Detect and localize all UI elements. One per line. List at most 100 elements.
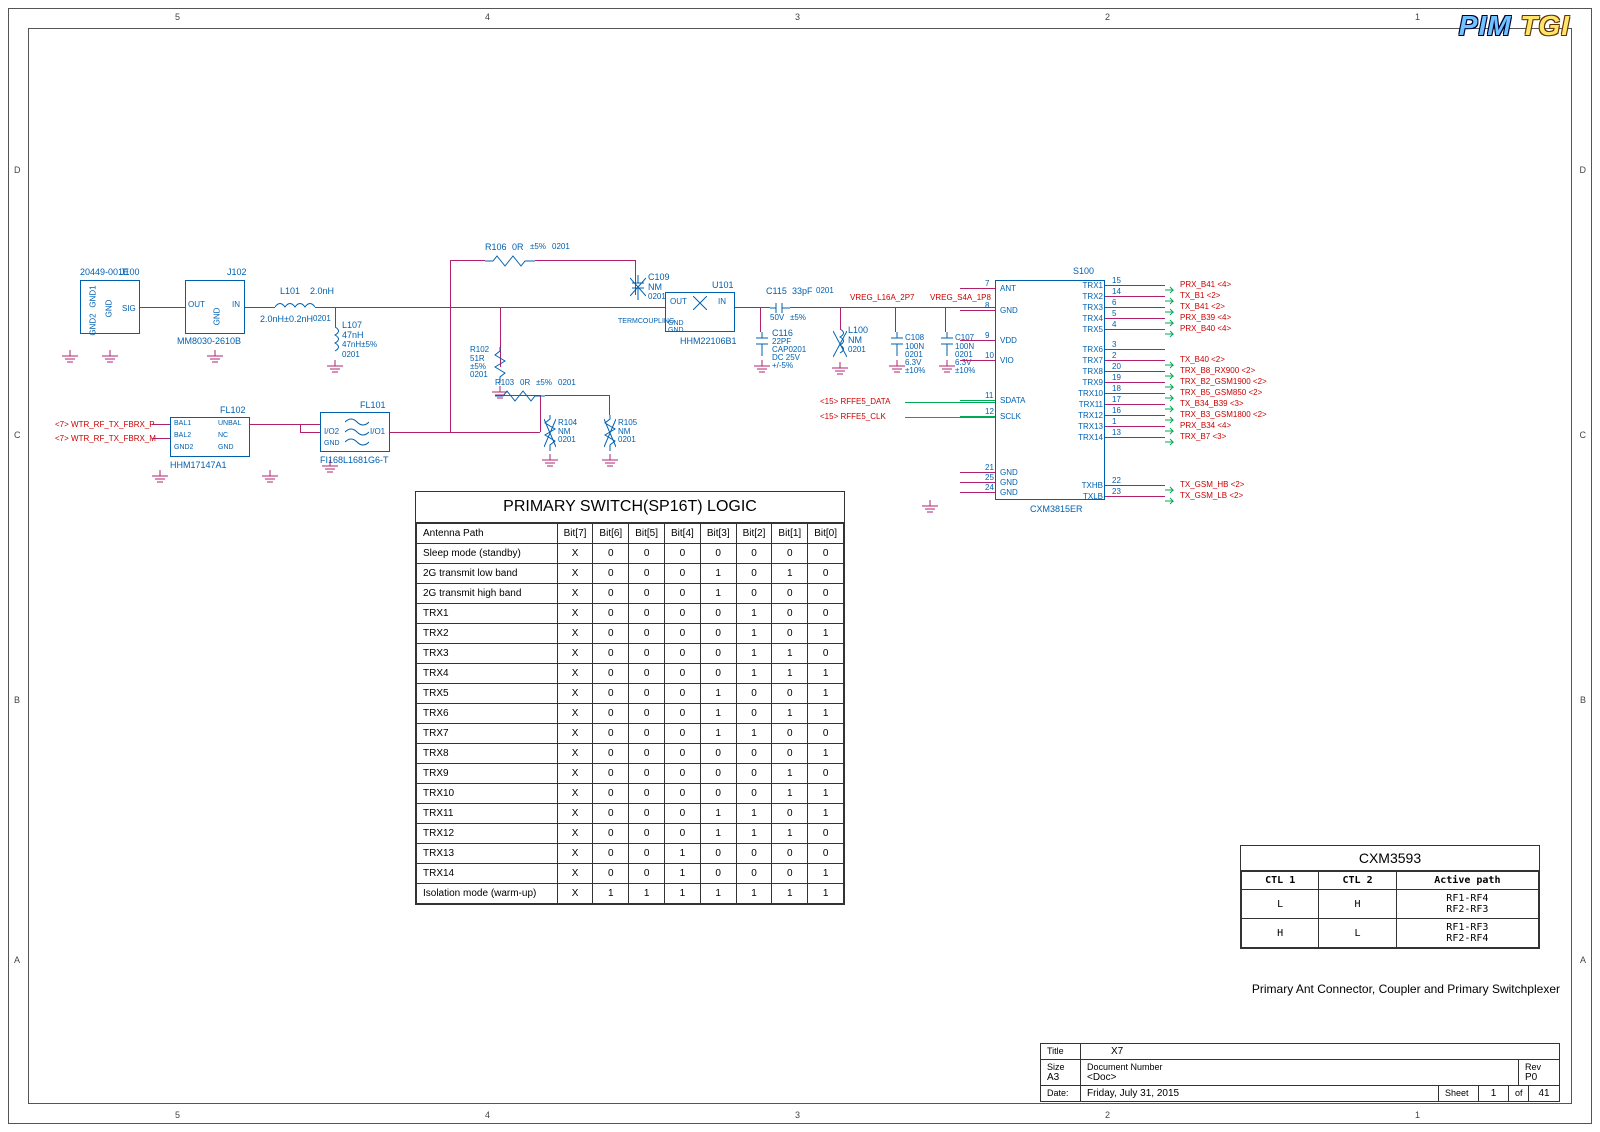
logic-cell: 0 — [808, 844, 844, 864]
wire — [895, 307, 896, 332]
offpage-arrow-icon — [1165, 389, 1177, 397]
logic-cell: 0 — [629, 544, 665, 564]
r106-tol: ±5% — [530, 242, 546, 251]
logic-cell: 0 — [629, 564, 665, 584]
fl102-bal2: BAL2 — [174, 432, 191, 439]
logic-cell: X — [557, 764, 593, 784]
s100-pin-name: GND — [1000, 306, 1018, 315]
logic-cell: 1 — [593, 884, 629, 904]
logic-cell: 1 — [772, 704, 808, 724]
offpage-trx-net: PRX_B39 <4> — [1180, 313, 1231, 322]
s100-pin-num: 5 — [1112, 309, 1116, 318]
net-vreg2: VREG_S4A_1P8 — [930, 293, 991, 302]
r105-ref: R105 — [618, 418, 637, 427]
ground-icon — [325, 360, 345, 374]
s100-pin-num: 23 — [1112, 487, 1121, 496]
tb-title-value: X7 — [1081, 1044, 1559, 1059]
wire — [1105, 496, 1165, 497]
offpage-arrow-icon — [1165, 481, 1177, 489]
logic-cell: 1 — [808, 804, 844, 824]
s100-pin-num: 7 — [985, 279, 989, 288]
logic-cell: X — [557, 644, 593, 664]
r104-pkg: 0201 — [558, 435, 576, 444]
wire — [1105, 437, 1165, 438]
s100-pin-num: 13 — [1112, 428, 1121, 437]
c109-val: NM — [648, 282, 662, 292]
logic-cell: 1 — [772, 824, 808, 844]
border-num: 3 — [795, 1110, 800, 1120]
logic-cell: 0 — [700, 664, 736, 684]
wire — [1105, 329, 1165, 330]
ground-icon — [937, 360, 957, 374]
ground-icon — [887, 360, 907, 374]
capacitor-c116 — [754, 332, 770, 356]
j102-in: IN — [232, 300, 240, 309]
j100-pin-gnd: GND — [104, 300, 113, 318]
r105-pkg: 0201 — [618, 435, 636, 444]
fl101-io1: I/O1 — [370, 427, 385, 436]
fl101-ref: FL101 — [360, 400, 386, 410]
logic-cell: 0 — [593, 664, 629, 684]
c108-ref: C108 — [905, 333, 924, 342]
border-num: 3 — [795, 12, 800, 22]
logic-cell: 0 — [700, 784, 736, 804]
ctl-header-cell: CTL 2 — [1319, 872, 1396, 890]
offpage-trx-net: TRX_B5_GSM850 <2> — [1180, 388, 1262, 397]
logic-cell: TRX11 — [417, 804, 558, 824]
logic-cell: 1 — [808, 664, 844, 684]
logic-cell: X — [557, 724, 593, 744]
logic-cell: 0 — [629, 824, 665, 844]
logic-cell: 1 — [808, 744, 844, 764]
offpage-arrow-icon — [1165, 303, 1177, 311]
u101-out: OUT — [670, 297, 687, 306]
wire — [390, 432, 450, 433]
s100-pin-num: 2 — [1112, 351, 1116, 360]
logic-cell: 0 — [772, 544, 808, 564]
logic-cell: 0 — [736, 584, 772, 604]
ground-icon — [600, 454, 620, 468]
logic-cell: 0 — [772, 584, 808, 604]
logic-cell: 0 — [665, 564, 701, 584]
offpage-arrow-icon — [1165, 400, 1177, 408]
s100-pin-num: 17 — [1112, 395, 1121, 404]
fl102-bal1: BAL1 — [174, 420, 191, 427]
tb-sheet-of: of — [1509, 1086, 1529, 1101]
s100-pin-name: GND — [1000, 478, 1018, 487]
s100-pin-name: TRX8 — [1075, 367, 1103, 376]
s100-pin-num: 24 — [985, 483, 994, 492]
offpage-arrow-icon — [1165, 325, 1177, 333]
logic-cell: 0 — [629, 764, 665, 784]
offpage-trx-net: PRX_B34 <4> — [1180, 421, 1231, 430]
logic-cell: 2G transmit high band — [417, 584, 558, 604]
u101-in: IN — [718, 297, 726, 306]
j102-val: MM8030-2610B — [177, 336, 241, 346]
logic-cell: 1 — [772, 884, 808, 904]
logic-cell: 0 — [808, 724, 844, 744]
logic-cell: 0 — [736, 844, 772, 864]
c115-ref: C115 — [766, 286, 787, 296]
u101-gnd2: GND — [668, 327, 684, 334]
tb-date-value: Friday, July 31, 2015 — [1081, 1086, 1439, 1101]
offpage-fbrx-m: <7> WTR_RF_TX_FBRX_M — [55, 434, 156, 443]
logic-cell: 0 — [593, 624, 629, 644]
logic-cell: X — [557, 604, 593, 624]
logic-cell: 0 — [629, 664, 665, 684]
logic-cell: 0 — [665, 704, 701, 724]
offpage-trx-net: TX_GSM_HB <2> — [1180, 480, 1244, 489]
logic-cell: 1 — [808, 784, 844, 804]
capacitor-c109 — [630, 275, 646, 300]
r103-ref: R103 — [495, 378, 514, 387]
logic-cell: 0 — [700, 744, 736, 764]
inductor-l100 — [833, 329, 847, 359]
logic-cell: 0 — [808, 644, 844, 664]
logic-cell: 0 — [593, 804, 629, 824]
ground-icon — [100, 350, 120, 364]
wire — [245, 307, 275, 308]
ctl-header-cell: Active path — [1396, 872, 1538, 890]
border-letter: C — [1580, 430, 1587, 440]
logic-cell: 0 — [700, 544, 736, 564]
s100-pin-name: TXLB — [1075, 492, 1103, 501]
logic-cell: TRX6 — [417, 704, 558, 724]
logic-header-cell: Bit[3] — [700, 524, 736, 544]
logic-cell: 0 — [593, 604, 629, 624]
